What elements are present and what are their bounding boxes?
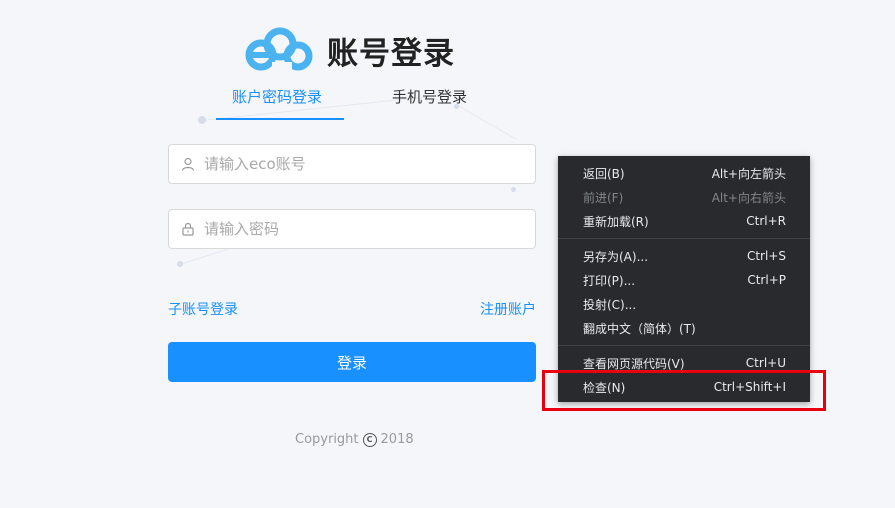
menu-item-label: 另存为(A)...: [583, 249, 649, 264]
register-account-link[interactable]: 注册账户: [480, 299, 536, 319]
copyright-icon: C: [362, 432, 377, 447]
user-icon: [181, 157, 195, 171]
menu-item-label: 检查(N): [583, 380, 626, 395]
menu-item-view-source[interactable]: 查看网页源代码(V) Ctrl+U: [558, 351, 810, 375]
page-title: 账号登录: [327, 36, 455, 72]
copyright-year: 2018: [380, 432, 414, 447]
menu-item-shortcut: Ctrl+U: [745, 356, 786, 370]
menu-item-reload[interactable]: 重新加载(R) Ctrl+R: [558, 209, 810, 233]
username-input[interactable]: [204, 155, 524, 173]
menu-item-back[interactable]: 返回(B) Alt+向左箭头: [558, 161, 810, 185]
menu-item-label: 翻成中文（简体）(T): [583, 321, 696, 336]
sub-account-login-link[interactable]: 子账号登录: [168, 299, 238, 319]
tab-phone-login[interactable]: 手机号登录: [392, 86, 467, 107]
active-tab-underline: [216, 118, 344, 120]
menu-separator: [558, 345, 810, 346]
login-button[interactable]: 登录: [168, 342, 536, 382]
menu-item-shortcut: Ctrl+S: [746, 249, 786, 263]
menu-item-label: 前进(F): [583, 190, 624, 205]
background-dot: [177, 261, 183, 267]
background-dot: [198, 116, 206, 124]
password-field: [168, 209, 536, 249]
menu-item-label: 查看网页源代码(V): [583, 356, 685, 371]
username-field: [168, 144, 536, 184]
menu-item-inspect[interactable]: 检查(N) Ctrl+Shift+I: [558, 375, 810, 399]
copyright-footer: Copyright C 2018: [295, 432, 414, 447]
menu-item-label: 返回(B): [583, 166, 625, 181]
menu-item-shortcut: Ctrl+Shift+I: [713, 380, 786, 394]
menu-item-save-as[interactable]: 另存为(A)... Ctrl+S: [558, 244, 810, 268]
menu-separator: [558, 238, 810, 239]
menu-item-label: 打印(P)...: [583, 273, 636, 288]
menu-item-label: 重新加载(R): [583, 214, 649, 229]
menu-item-shortcut: Alt+向左箭头: [711, 166, 786, 181]
copyright-label: Copyright: [295, 432, 359, 447]
lock-icon: [182, 222, 194, 236]
browser-context-menu: 返回(B) Alt+向左箭头 前进(F) Alt+向右箭头 重新加载(R) Ct…: [558, 156, 810, 402]
login-tabs: 账户密码登录 手机号登录: [216, 86, 496, 122]
menu-item-shortcut: Ctrl+P: [747, 273, 786, 287]
menu-item-label: 投射(C)...: [583, 297, 637, 312]
menu-item-forward[interactable]: 前进(F) Alt+向右箭头: [558, 185, 810, 209]
menu-item-translate[interactable]: 翻成中文（简体）(T): [558, 316, 810, 340]
menu-item-cast[interactable]: 投射(C)...: [558, 292, 810, 316]
cloud-logo-icon: [245, 27, 313, 72]
menu-item-print[interactable]: 打印(P)... Ctrl+P: [558, 268, 810, 292]
background-dot: [511, 187, 516, 192]
password-input[interactable]: [204, 220, 524, 238]
menu-item-shortcut: Alt+向右箭头: [711, 190, 786, 205]
menu-item-shortcut: Ctrl+R: [746, 214, 786, 228]
tab-account-password[interactable]: 账户密码登录: [232, 86, 322, 107]
